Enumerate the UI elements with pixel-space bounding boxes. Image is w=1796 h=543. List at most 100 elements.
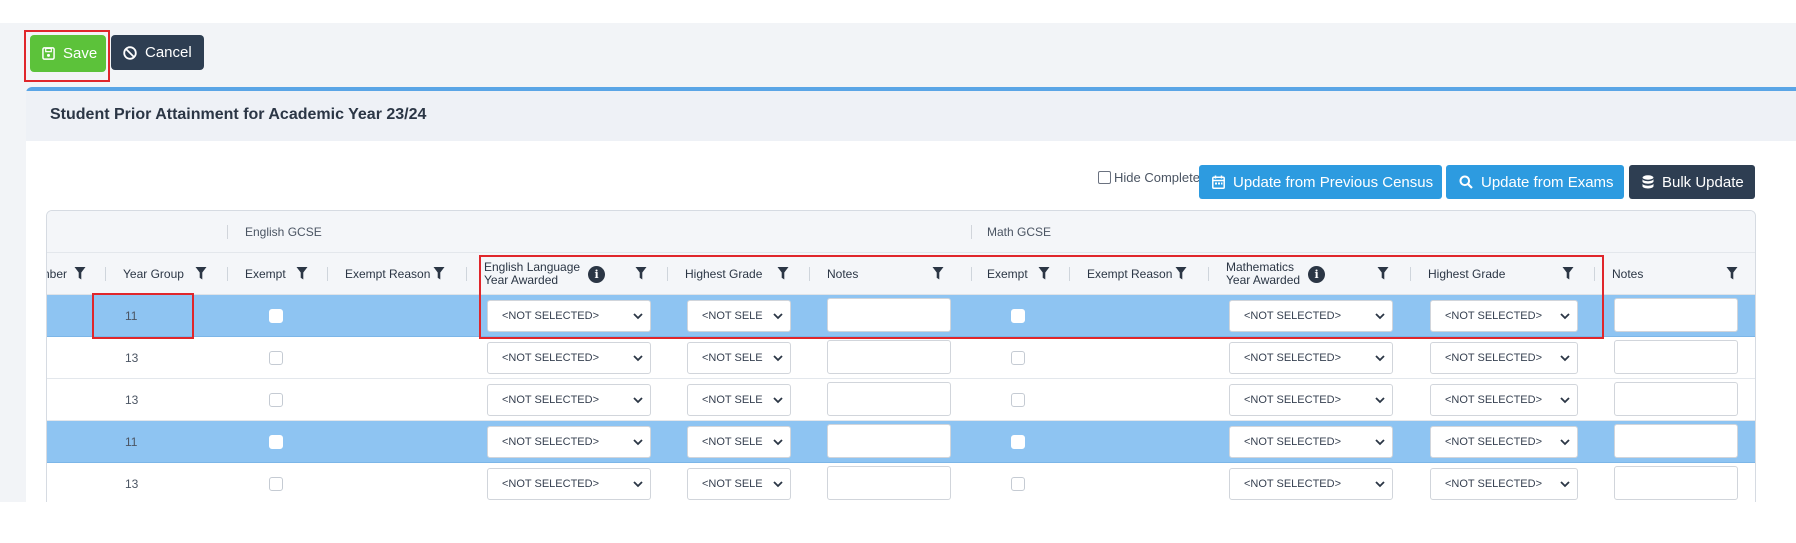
chevron-down-icon [633, 439, 643, 446]
math-notes-input[interactable] [1614, 382, 1738, 416]
english-notes-input[interactable] [827, 340, 951, 374]
english-exempt-checkbox[interactable] [269, 351, 283, 365]
chevron-down-icon [773, 481, 783, 488]
col-exempt-reason-label: Exempt Reason [345, 267, 431, 281]
math-year-awarded-select[interactable]: <NOT SELECTED> [1229, 384, 1393, 416]
english-notes-input[interactable] [827, 382, 951, 416]
chevron-down-icon [1560, 439, 1570, 446]
math-exempt-checkbox[interactable] [1011, 477, 1025, 491]
hide-complete-toggle[interactable]: Hide Complete [1098, 170, 1200, 185]
english-notes-input[interactable] [827, 466, 951, 500]
math-notes-input[interactable] [1614, 340, 1738, 374]
calendar-icon [1212, 175, 1225, 189]
chevron-down-icon [1375, 481, 1385, 488]
select-value: <NOT SELECTED> [502, 478, 599, 490]
filter-icon[interactable] [1726, 266, 1738, 281]
english-highest-grade-select[interactable]: <NOT SELE [687, 342, 791, 374]
col-number-label: nber [47, 267, 68, 281]
update-from-census-label: Update from Previous Census [1233, 173, 1434, 191]
cancel-button[interactable]: Cancel [111, 35, 204, 70]
select-value: <NOT SELECTED> [1244, 394, 1341, 406]
filter-icon[interactable] [433, 266, 445, 281]
save-highlight-box [24, 30, 110, 82]
math-exempt-checkbox[interactable] [1011, 351, 1025, 365]
english-highest-grade-select[interactable]: <NOT SELE [687, 426, 791, 458]
bulk-update-button[interactable]: Bulk Update [1629, 165, 1755, 199]
ban-icon [123, 45, 137, 60]
update-from-exams-button[interactable]: Update from Exams [1446, 165, 1624, 199]
canvas: Save Cancel Student Prior Attainment for… [0, 0, 1796, 543]
table-row[interactable]: 13 <NOT SELECTED> <NOT SELE <NOT SELECTE… [47, 379, 1755, 421]
math-exempt-checkbox[interactable] [1011, 393, 1025, 407]
group-header-row: English GCSE Math GCSE [47, 211, 1755, 253]
group-separator [971, 225, 972, 239]
chevron-down-icon [633, 355, 643, 362]
english-highest-grade-select[interactable]: <NOT SELE [687, 468, 791, 500]
chevron-down-icon [773, 355, 783, 362]
year-group-cell: 11 [125, 435, 138, 449]
select-value: <NOT SELECTED> [502, 436, 599, 448]
page-title: Student Prior Attainment for Academic Ye… [50, 106, 427, 123]
select-value: <NOT SELECTED> [1445, 352, 1542, 364]
hide-complete-label: Hide Complete [1114, 170, 1200, 185]
english-exempt-checkbox[interactable] [269, 309, 283, 323]
col-exempt-reason[interactable]: Exempt Reason [345, 253, 430, 295]
math-year-awarded-select[interactable]: <NOT SELECTED> [1229, 426, 1393, 458]
column-separator [227, 267, 228, 281]
math-highest-grade-select[interactable]: <NOT SELECTED> [1430, 426, 1578, 458]
english-exempt-checkbox[interactable] [269, 477, 283, 491]
math-highest-grade-select[interactable]: <NOT SELECTED> [1430, 384, 1578, 416]
col-math-notes[interactable]: Notes [1612, 253, 1643, 295]
select-value: <NOT SELECTED> [1244, 478, 1341, 490]
math-exempt-checkbox[interactable] [1011, 435, 1025, 449]
panel-header: Student Prior Attainment for Academic Ye… [26, 91, 1796, 141]
col-number[interactable]: nber [47, 253, 68, 295]
search-icon [1459, 175, 1473, 189]
math-notes-input[interactable] [1614, 466, 1738, 500]
select-value: <NOT SELE [702, 352, 763, 364]
english-exempt-checkbox[interactable] [269, 393, 283, 407]
math-notes-input[interactable] [1614, 424, 1738, 458]
english-year-awarded-select[interactable]: <NOT SELECTED> [487, 342, 651, 374]
select-value: <NOT SELECTED> [1244, 436, 1341, 448]
group-math-gcse: Math GCSE [987, 225, 1052, 239]
english-notes-input[interactable] [827, 424, 951, 458]
math-year-awarded-select[interactable]: <NOT SELECTED> [1229, 468, 1393, 500]
chevron-down-icon [1375, 397, 1385, 404]
hide-complete-checkbox[interactable] [1098, 171, 1111, 184]
select-value: <NOT SELECTED> [1445, 394, 1542, 406]
math-highest-grade-select[interactable]: <NOT SELECTED> [1430, 342, 1578, 374]
filter-icon[interactable] [195, 266, 207, 281]
select-value: <NOT SELECTED> [502, 394, 599, 406]
filter-icon[interactable] [296, 266, 308, 281]
column-separator [327, 267, 328, 281]
update-from-census-button[interactable]: Update from Previous Census [1199, 165, 1442, 199]
col-exempt-label: Exempt [245, 267, 286, 281]
english-exempt-checkbox[interactable] [269, 435, 283, 449]
math-year-awarded-select[interactable]: <NOT SELECTED> [1229, 342, 1393, 374]
chevron-down-icon [1375, 355, 1385, 362]
english-year-awarded-select[interactable]: <NOT SELECTED> [487, 384, 651, 416]
math-notes-input[interactable] [1614, 298, 1738, 332]
update-from-exams-label: Update from Exams [1481, 173, 1614, 191]
filter-icon[interactable] [74, 266, 86, 281]
chevron-down-icon [1375, 439, 1385, 446]
year-group-cell: 13 [125, 477, 139, 491]
col-math-notes-label: Notes [1612, 267, 1644, 281]
table-row[interactable]: 11 <NOT SELECTED> <NOT SELE <NOT SELECTE… [47, 421, 1755, 463]
column-separator [105, 267, 106, 281]
col-year-group[interactable]: Year Group [123, 253, 184, 295]
header-highlight-box [479, 255, 1604, 339]
attainment-grid: English GCSE Math GCSE nber Year Group E… [46, 210, 1756, 502]
chevron-down-icon [773, 439, 783, 446]
english-year-awarded-select[interactable]: <NOT SELECTED> [487, 468, 651, 500]
table-row[interactable]: 13 <NOT SELECTED> <NOT SELE <NOT SELECTE… [47, 337, 1755, 379]
english-year-awarded-select[interactable]: <NOT SELECTED> [487, 426, 651, 458]
select-value: <NOT SELE [702, 436, 763, 448]
math-highest-grade-select[interactable]: <NOT SELECTED> [1430, 468, 1578, 500]
bulk-update-label: Bulk Update [1662, 173, 1744, 191]
cancel-button-label: Cancel [145, 44, 192, 61]
table-row[interactable]: 13 <NOT SELECTED> <NOT SELE <NOT SELECTE… [47, 463, 1755, 502]
col-exempt[interactable]: Exempt [245, 253, 286, 295]
english-highest-grade-select[interactable]: <NOT SELE [687, 384, 791, 416]
